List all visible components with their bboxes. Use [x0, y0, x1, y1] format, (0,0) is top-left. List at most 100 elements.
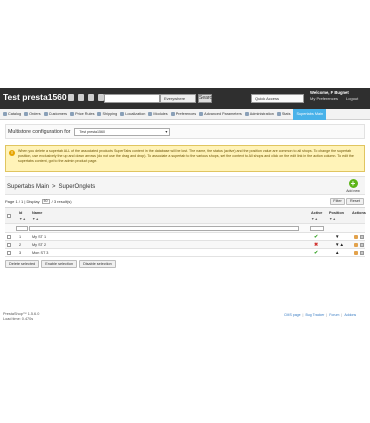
- menu-advanced-parameters[interactable]: Advanced Parameters: [199, 109, 242, 120]
- name-sort-arrows[interactable]: ▼▲: [32, 217, 39, 221]
- reset-button[interactable]: Reset: [346, 198, 364, 205]
- bulk-actions: Delete selected Enable selection Disable…: [5, 260, 116, 268]
- menu-catalog[interactable]: Catalog: [3, 109, 21, 120]
- menu-localization[interactable]: Localization: [120, 109, 145, 120]
- add-new-label: Add new: [346, 189, 360, 193]
- delete-icon[interactable]: [360, 251, 364, 255]
- disable-selection-button[interactable]: Disable selection: [79, 260, 116, 268]
- welcome-text: Welcome, F Bugnet: [310, 90, 349, 95]
- footer-link-bug-tracker[interactable]: Bug Tracker: [305, 313, 324, 317]
- row-actions: [354, 243, 364, 247]
- menu-shipping[interactable]: Shipping: [97, 109, 117, 120]
- preferences-icon: [170, 112, 175, 116]
- add-new-button[interactable]: + Add new: [346, 179, 360, 193]
- search-input[interactable]: [104, 94, 160, 103]
- edit-icon[interactable]: [354, 251, 358, 255]
- table-row: 2 My ST 2 ✖ ▼▲: [5, 241, 365, 249]
- position-arrows[interactable]: ▲: [335, 250, 339, 255]
- multistore-label: Multistore configuration for: [8, 128, 71, 135]
- per-page-select[interactable]: 50: [41, 199, 50, 204]
- multistore-select[interactable]: Test presta1560: [74, 127, 171, 136]
- modules-icon: [148, 112, 153, 116]
- row-actions: [354, 235, 364, 239]
- logout-link[interactable]: Logout: [346, 96, 358, 101]
- row-name: My ST 1: [32, 235, 47, 239]
- notification-icons: [68, 94, 104, 101]
- menu-administration[interactable]: Administration: [244, 109, 274, 120]
- localization-icon: [120, 112, 125, 116]
- enable-selection-button[interactable]: Enable selection: [41, 260, 78, 268]
- row-checkbox[interactable]: [7, 251, 11, 255]
- row-actions: [354, 251, 364, 255]
- breadcrumb-separator: >: [52, 184, 56, 190]
- active-no-icon[interactable]: ✖: [314, 242, 318, 248]
- row-id: 3: [19, 251, 22, 255]
- advanced-parameters-icon: [199, 112, 204, 116]
- footer-link-cms[interactable]: CMS page: [284, 313, 301, 317]
- name-filter-input[interactable]: [29, 226, 299, 231]
- warning-box: ! When you delete a supertab ALL of the …: [5, 145, 365, 172]
- col-name: Name: [32, 211, 43, 215]
- table-row: 3 Mon ST 3 ✔ ▲: [5, 249, 365, 257]
- administration-icon: [244, 112, 249, 116]
- menu-orders[interactable]: Orders: [24, 109, 41, 120]
- shop-name[interactable]: Test presta1560: [3, 92, 67, 102]
- pagination-prefix: Page 1 / 1 | Display: [5, 199, 40, 204]
- stats-icon: [276, 112, 281, 116]
- id-sort-arrows[interactable]: ▼▲: [19, 217, 26, 221]
- position-sort-arrows[interactable]: ▼▲: [329, 217, 336, 221]
- edit-icon[interactable]: [354, 235, 358, 239]
- search-scope-select[interactable]: Everywhere: [160, 94, 196, 103]
- menu-preferences[interactable]: Preferences: [170, 109, 196, 120]
- row-name: My ST 2: [32, 243, 47, 247]
- menu-price-rules[interactable]: Price Rules: [70, 109, 94, 120]
- edit-icon[interactable]: [354, 243, 358, 247]
- footer-links: CMS page | Bug Tracker | Forum | Addons: [284, 313, 357, 317]
- footer-info: PrestaShop™ 1.5.6.0 Load time: 0.470s: [3, 312, 39, 322]
- search-button[interactable]: Search: [198, 94, 215, 103]
- delete-selected-button[interactable]: Delete selected: [5, 260, 40, 268]
- customers-notification-icon[interactable]: [78, 94, 84, 101]
- pagination-suffix: / 3 result(s): [51, 199, 72, 204]
- shipping-icon: [97, 112, 102, 116]
- active-filter-select[interactable]: [310, 226, 324, 231]
- col-actions: Actions: [352, 211, 366, 215]
- quick-access-select[interactable]: Quick Access: [251, 94, 304, 103]
- position-arrows[interactable]: ▼: [335, 234, 339, 239]
- active-yes-icon[interactable]: ✔: [314, 234, 318, 240]
- my-preferences-link[interactable]: My Preferences: [310, 96, 338, 101]
- position-arrows[interactable]: ▼▲: [335, 242, 344, 247]
- orders-notification-icon[interactable]: [68, 94, 74, 101]
- select-all-checkbox[interactable]: [7, 214, 11, 218]
- warning-icon: !: [9, 150, 15, 156]
- orders-icon: [24, 112, 29, 116]
- col-id: Id: [19, 211, 23, 215]
- row-checkbox[interactable]: [7, 243, 11, 247]
- footer-link-addons[interactable]: Addons: [344, 313, 356, 317]
- filter-row: [5, 224, 365, 233]
- delete-icon[interactable]: [360, 243, 364, 247]
- delete-icon[interactable]: [360, 235, 364, 239]
- footer-link-forum[interactable]: Forum: [329, 313, 339, 317]
- menu-modules[interactable]: Modules: [148, 109, 168, 120]
- table-row: 1 My ST 1 ✔ ▼: [5, 233, 365, 241]
- id-filter-input[interactable]: [16, 226, 28, 231]
- row-name: Mon ST 3: [32, 251, 49, 255]
- col-active: Active: [311, 211, 323, 215]
- active-yes-icon[interactable]: ✔: [314, 250, 318, 256]
- menu-supertabs-main[interactable]: Supertabs Main: [293, 108, 327, 120]
- menu-stats[interactable]: Stats: [276, 109, 290, 120]
- row-checkbox[interactable]: [7, 235, 11, 239]
- main-menu: Catalog Orders Customers Price Rules Shi…: [0, 108, 370, 120]
- messages-notification-icon[interactable]: [88, 94, 94, 101]
- breadcrumb-parent[interactable]: Supertabs Main: [7, 184, 49, 190]
- customers-icon: [43, 112, 48, 116]
- warning-text: When you delete a supertab ALL of the as…: [18, 149, 354, 163]
- breadcrumb: Supertabs Main > SuperOnglets: [7, 184, 95, 190]
- row-id: 1: [19, 235, 22, 239]
- active-sort-arrows[interactable]: ▼▲: [311, 217, 318, 221]
- pagination: Page 1 / 1 | Display 50 / 3 result(s): [5, 199, 72, 204]
- menu-customers[interactable]: Customers: [43, 109, 67, 120]
- employee-info: Welcome, F Bugnet My Preferences Logout: [310, 90, 358, 101]
- filter-button[interactable]: Filter: [330, 198, 345, 205]
